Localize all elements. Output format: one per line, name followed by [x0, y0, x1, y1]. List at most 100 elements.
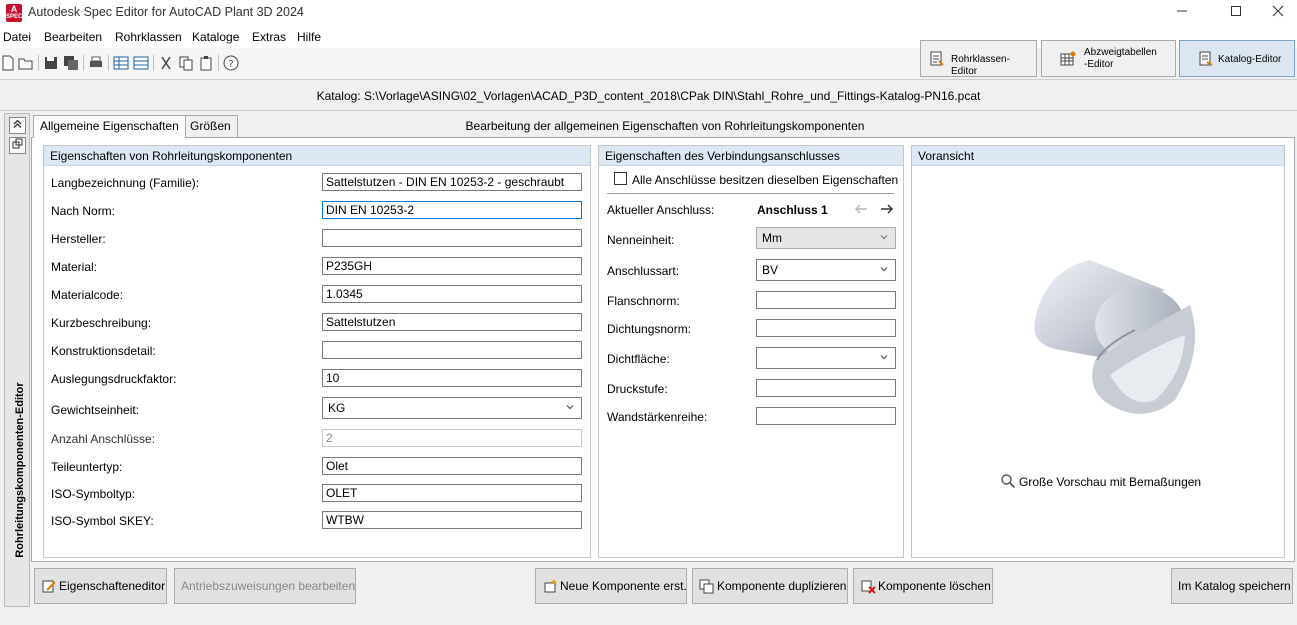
- label-nenneinheit: Nenneinheit:: [607, 233, 675, 247]
- collapse-up-button[interactable]: [9, 117, 26, 134]
- label-langbezeichnung: Langbezeichnung (Familie):: [51, 176, 200, 190]
- tab-abzweigtabellen-editor[interactable]: Abzweigtabellen -Editor: [1041, 40, 1176, 77]
- new-file-icon[interactable]: [0, 55, 16, 71]
- menu-datei[interactable]: Datei: [3, 30, 31, 44]
- material-field[interactable]: P235GH: [322, 257, 582, 275]
- label-flanschnorm: Flanschnorm:: [607, 294, 680, 308]
- duplicate-icon: [699, 579, 714, 594]
- autodesk-app-icon: A SPEC: [6, 4, 23, 22]
- dichtflaeche-select[interactable]: [756, 347, 896, 369]
- open-folder-icon[interactable]: [18, 55, 34, 71]
- label-iso-symbol-skey: ISO-Symbol SKEY:: [51, 514, 154, 528]
- properties-editor-icon: [42, 580, 56, 593]
- label-gewichtseinheit: Gewichtseinheit:: [51, 403, 140, 417]
- teileuntertyp-field[interactable]: Olet: [322, 457, 582, 475]
- duplicate-component-button[interactable]: Komponente duplizieren: [692, 568, 848, 604]
- save-all-icon[interactable]: [63, 55, 79, 71]
- druckstufe-field[interactable]: [756, 379, 896, 397]
- label-hersteller: Hersteller:: [51, 232, 106, 246]
- label-druckstufe: Druckstufe:: [607, 382, 668, 396]
- help-icon[interactable]: ?: [223, 55, 239, 71]
- catalog-path: Katalog: S:\Vorlage\ASING\02_Vorlagen\AC…: [316, 89, 981, 103]
- tab-allgemeine-eigenschaften[interactable]: Allgemeine Eigenschaften: [33, 115, 186, 138]
- new-component-icon: [544, 579, 557, 593]
- table-edit-icon[interactable]: [133, 55, 149, 71]
- copy-icon[interactable]: [178, 55, 194, 71]
- delete-component-button[interactable]: Komponente löschen: [853, 568, 993, 604]
- arrow-right-icon[interactable]: [879, 202, 895, 216]
- label-wandstaerkenreihe: Wandstärkenreihe:: [607, 410, 708, 424]
- catalog-editor-icon: [1199, 51, 1213, 66]
- save-in-catalog-button[interactable]: Im Katalog speichern: [1171, 568, 1293, 604]
- anschlussart-select[interactable]: BV: [756, 259, 896, 281]
- component-3d-preview: [1034, 260, 1195, 414]
- label-anzahl-anschluesse: Anzahl Anschlüsse:: [51, 432, 156, 446]
- window-title: Autodesk Spec Editor for AutoCAD Plant 3…: [28, 5, 304, 19]
- chevron-down-icon: [566, 405, 574, 410]
- label-konstruktionsdetail: Konstruktionsdetail:: [51, 344, 156, 358]
- save-icon[interactable]: [43, 55, 59, 71]
- arrow-left-icon[interactable]: [853, 202, 869, 216]
- cut-icon[interactable]: [158, 55, 174, 71]
- iso-symboltyp-field[interactable]: OLET: [322, 484, 582, 502]
- konstruktionsdetail-field[interactable]: [322, 341, 582, 359]
- double-chevron-up-icon: [13, 119, 22, 128]
- tab-katalog-editor[interactable]: Katalog-Editor: [1179, 40, 1295, 77]
- current-connection-label: Aktueller Anschluss:: [607, 203, 715, 217]
- label-teileuntertyp: Teileuntertyp:: [51, 460, 123, 474]
- same-properties-checkbox[interactable]: [614, 172, 627, 185]
- dichtungsnorm-field[interactable]: [756, 319, 896, 337]
- menu-bearbeiten[interactable]: Bearbeiten: [44, 30, 102, 44]
- langbezeichnung-field[interactable]: Sattelstutzen - DIN EN 10253-2 - geschra…: [322, 173, 582, 191]
- iso-symbol-skey-field[interactable]: WTBW: [322, 511, 582, 529]
- auslegungsdruckfaktor-field[interactable]: 10: [322, 369, 582, 387]
- magnifier-icon[interactable]: [1000, 473, 1016, 489]
- hersteller-field[interactable]: [322, 229, 582, 247]
- connection-properties-header: Eigenschaften des Verbindungsanschlusses: [599, 146, 903, 166]
- paste-icon[interactable]: [198, 55, 214, 71]
- label-dichtungsnorm: Dichtungsnorm:: [607, 322, 692, 336]
- large-preview-link[interactable]: Große Vorschau mit Bemaßungen: [1019, 475, 1201, 489]
- menu-kataloge[interactable]: Kataloge: [192, 30, 239, 44]
- maximize-icon: [1231, 6, 1241, 16]
- label-material: Material:: [51, 260, 98, 274]
- new-component-button[interactable]: Neue Komponente erst.: [535, 568, 687, 604]
- close-button[interactable]: [1255, 0, 1297, 26]
- component-properties-header: Eigenschaften von Rohrleitungskomponente…: [44, 146, 590, 166]
- print-icon[interactable]: [88, 55, 104, 71]
- label-iso-symboltyp: ISO-Symboltyp:: [51, 487, 136, 501]
- float-window-button[interactable]: [9, 137, 26, 154]
- delete-icon: [861, 580, 876, 594]
- side-label: Rohrleitungskomponenten-Editor: [14, 382, 26, 558]
- table-icon[interactable]: [113, 55, 129, 71]
- tab-rohrklassen-editor[interactable]: Rohrklassen-Editor: [920, 40, 1037, 77]
- current-connection-value: Anschluss 1: [757, 203, 828, 217]
- label-kurzbeschreibung: Kurzbeschreibung:: [51, 316, 152, 330]
- properties-editor-button[interactable]: Eigenschafteneditor: [34, 568, 167, 604]
- kurzbeschreibung-field[interactable]: Sattelstutzen: [322, 313, 582, 331]
- label-auslegungsdruckfaktor: Auslegungsdruckfaktor:: [51, 372, 177, 386]
- menu-hilfe[interactable]: Hilfe: [297, 30, 321, 44]
- materialcode-field[interactable]: 1.0345: [322, 285, 582, 303]
- nenneinheit-select[interactable]: Mm: [756, 227, 896, 249]
- gewichtseinheit-select[interactable]: KG: [322, 397, 582, 419]
- label-materialcode: Materialcode:: [51, 288, 124, 302]
- close-icon: [1272, 5, 1284, 17]
- svg-text:?: ?: [228, 59, 233, 70]
- anzahl-anschluesse-field: 2: [322, 429, 582, 447]
- tab-caption: Bearbeitung der allgemeinen Eigenschafte…: [465, 119, 865, 133]
- divider: [607, 193, 894, 194]
- flanschnorm-field[interactable]: [756, 291, 896, 309]
- maximize-button[interactable]: [1213, 0, 1259, 26]
- menu-extras[interactable]: Extras: [252, 30, 286, 44]
- menu-rohrklassen[interactable]: Rohrklassen: [115, 30, 182, 44]
- nach-norm-field[interactable]: DIN EN 10253-2: [322, 201, 582, 219]
- chevron-down-icon: [880, 355, 888, 360]
- wandstaerkenreihe-field[interactable]: [756, 407, 896, 425]
- minimize-icon: [1177, 10, 1187, 12]
- spec-editor-icon: [930, 51, 944, 66]
- toolbar: ?: [0, 48, 920, 78]
- drive-assignments-button[interactable]: Antriebszuweisungen bearbeiten: [174, 568, 356, 604]
- minimize-button[interactable]: [1159, 0, 1205, 26]
- chevron-down-icon: [880, 235, 888, 240]
